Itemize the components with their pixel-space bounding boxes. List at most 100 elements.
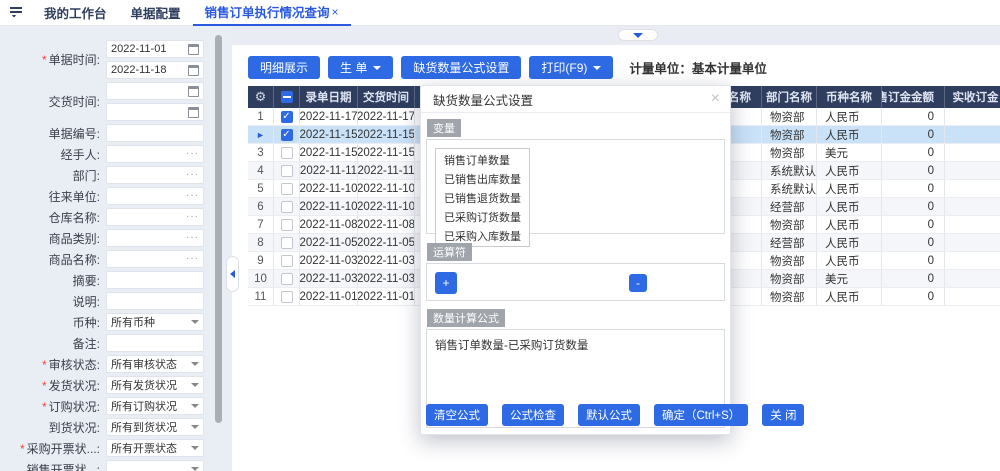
collapse-menu-icon[interactable]	[10, 4, 24, 22]
ellipsis-icon[interactable]: ···	[186, 233, 199, 243]
row-checkbox[interactable]: ✓	[281, 129, 293, 141]
select-input[interactable]	[106, 460, 204, 471]
cell-check[interactable]	[274, 162, 300, 179]
text-input[interactable]	[106, 292, 204, 310]
row-checkbox[interactable]	[281, 273, 293, 285]
chevron-down-icon[interactable]	[191, 383, 199, 387]
row-checkbox[interactable]	[281, 255, 293, 267]
date-input[interactable]	[106, 103, 204, 121]
lookup-input[interactable]: ···	[106, 166, 204, 184]
text-input[interactable]	[106, 124, 204, 142]
row-checkbox[interactable]	[281, 291, 293, 303]
header-check[interactable]	[274, 86, 300, 108]
text-input[interactable]	[106, 271, 204, 289]
ellipsis-icon[interactable]: ···	[186, 149, 199, 159]
close-icon[interactable]: ×	[711, 91, 720, 107]
cell-num: 8	[248, 234, 274, 251]
row-number: 8	[257, 237, 263, 249]
lookup-input[interactable]: ···	[106, 145, 204, 163]
row-checkbox[interactable]	[281, 183, 293, 195]
row-checkbox[interactable]	[281, 165, 293, 177]
ellipsis-icon[interactable]: ···	[186, 191, 199, 201]
row-checkbox[interactable]	[281, 201, 293, 213]
row-checkbox[interactable]	[281, 219, 293, 231]
lookup-input[interactable]: ···	[106, 208, 204, 226]
lookup-input[interactable]: ···	[106, 187, 204, 205]
toolbar-button-1[interactable]: 明细展示	[248, 56, 320, 79]
cell-check[interactable]	[274, 234, 300, 251]
cell-check[interactable]	[274, 180, 300, 197]
select-input[interactable]: 所有审核状态	[106, 355, 204, 373]
plus-operator-button[interactable]: +	[435, 272, 457, 294]
variable-item[interactable]: 已采购订货数量	[436, 207, 529, 226]
default-formula-button[interactable]: 默认公式	[578, 404, 640, 426]
filter-row-4: 经手人:···	[4, 145, 232, 163]
select-all-checkbox[interactable]	[281, 91, 293, 103]
row-number: 10	[254, 273, 267, 285]
variable-item[interactable]: 销售订单数量	[436, 150, 529, 169]
calendar-icon[interactable]	[188, 44, 199, 55]
cell-amount: 0	[882, 252, 945, 269]
lookup-input[interactable]: ···	[106, 229, 204, 247]
cell-received	[945, 162, 1000, 179]
check-formula-button[interactable]: 公式检查	[502, 404, 564, 426]
select-input[interactable]: 所有订购状况	[106, 397, 204, 415]
date-input[interactable]	[106, 82, 204, 100]
ellipsis-icon[interactable]: ···	[186, 170, 199, 180]
clear-formula-button[interactable]: 清空公式	[426, 404, 488, 426]
cell-check[interactable]: ✓	[274, 126, 300, 143]
chevron-down-icon[interactable]	[191, 446, 199, 450]
tab-1[interactable]: 我的工作台	[32, 0, 119, 26]
chevron-down-icon[interactable]	[191, 362, 199, 366]
cell-check[interactable]	[274, 144, 300, 161]
select-input[interactable]: 所有发货状况	[106, 376, 204, 394]
tab-close-icon[interactable]: ×	[332, 5, 339, 19]
lookup-input[interactable]: ···	[106, 250, 204, 268]
date-input[interactable]: 2022-11-18	[106, 61, 204, 79]
select-input[interactable]: 所有币种	[106, 313, 204, 331]
row-checkbox[interactable]	[281, 147, 293, 159]
close-button[interactable]: 关 闭	[762, 404, 804, 426]
row-checkbox[interactable]: ✓	[281, 111, 293, 123]
toolbar-button-4[interactable]: 打印(F9)	[529, 56, 613, 79]
chevron-down-icon[interactable]	[191, 404, 199, 408]
text-input[interactable]	[106, 334, 204, 352]
row-checkbox[interactable]	[281, 237, 293, 249]
cell-dept: 物资部	[762, 216, 817, 233]
gear-icon[interactable]: ⚙	[255, 90, 267, 105]
cell-check[interactable]	[274, 252, 300, 269]
filter-row-7: 仓库名称:···	[4, 208, 232, 226]
chevron-down-icon[interactable]	[191, 467, 199, 471]
header-num[interactable]: ⚙	[248, 86, 274, 108]
toolbar-button-2[interactable]: 生 单	[328, 56, 393, 79]
cell-check[interactable]	[274, 198, 300, 215]
select-input[interactable]: 所有开票状态	[106, 439, 204, 457]
chevron-down-icon[interactable]	[191, 425, 199, 429]
cell-check[interactable]	[274, 288, 300, 305]
tab-3[interactable]: 销售订单执行情况查询×	[193, 0, 351, 26]
ellipsis-icon[interactable]: ···	[186, 254, 199, 264]
calendar-icon[interactable]	[188, 107, 199, 118]
variable-item[interactable]: 已销售出库数量	[436, 169, 529, 188]
sidebar-collapse-handle[interactable]	[226, 256, 239, 292]
chevron-down-icon[interactable]	[191, 320, 199, 324]
toolbar-button-3[interactable]: 缺货数量公式设置	[401, 56, 521, 79]
cell-check[interactable]	[274, 270, 300, 287]
variable-item[interactable]: 已销售退货数量	[436, 188, 529, 207]
sidebar-scrollbar[interactable]	[215, 35, 222, 423]
date-input[interactable]: 2022-11-01	[106, 40, 204, 58]
panel-collapse-handle[interactable]	[618, 29, 658, 41]
select-input[interactable]: 所有到货状况	[106, 418, 204, 436]
cell-num: 6	[248, 198, 274, 215]
cell-check[interactable]: ✓	[274, 108, 300, 125]
minus-operator-button[interactable]: -	[629, 274, 647, 292]
cell-record_date: 2022-11-10	[300, 198, 358, 215]
main-top-strip	[232, 26, 1000, 45]
calendar-icon[interactable]	[188, 65, 199, 76]
confirm-button[interactable]: 确定（Ctrl+S）	[654, 404, 748, 426]
ellipsis-icon[interactable]: ···	[186, 212, 199, 222]
cell-num: 9	[248, 252, 274, 269]
cell-check[interactable]	[274, 216, 300, 233]
calendar-icon[interactable]	[188, 86, 199, 97]
tab-2[interactable]: 单据配置	[119, 0, 193, 26]
